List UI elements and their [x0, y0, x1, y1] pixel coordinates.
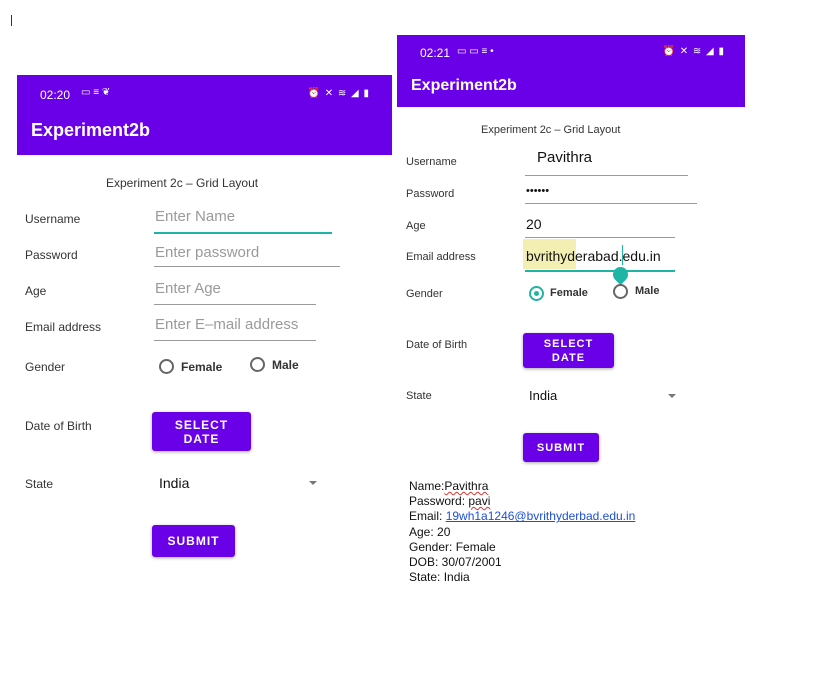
form-subtitle: Experiment 2c – Grid Layout — [481, 124, 621, 136]
select-date-line1: SELECT — [174, 417, 229, 432]
password-input[interactable]: •••••• — [526, 185, 549, 197]
state-label: State — [406, 390, 432, 402]
output-dob-line: DOB: 30/07/2001 — [409, 555, 502, 570]
select-date-line2: DATE — [183, 431, 220, 446]
output-email-link[interactable]: 19wh1a1246@bvrithyderbad.edu.in — [446, 509, 636, 523]
male-label[interactable]: Male — [272, 358, 299, 372]
gender-label: Gender — [406, 288, 443, 300]
output-email-label: Email: — [409, 509, 446, 524]
age-label: Age — [406, 220, 426, 232]
male-label[interactable]: Male — [635, 285, 659, 297]
app-title: Experiment2b — [31, 120, 151, 140]
state-label: State — [25, 477, 54, 491]
app-bar: Experiment2b — [17, 105, 392, 155]
output-gender-line: Gender: Female — [409, 539, 496, 554]
username-input[interactable]: Enter Name — [155, 208, 235, 225]
app-bar: Experiment2b — [397, 66, 745, 107]
select-date-line2: DATE — [551, 351, 586, 364]
output-password-line: Password: pavi — [409, 494, 635, 509]
dob-label: Date of Birth — [406, 339, 468, 351]
age-input[interactable]: 20 — [526, 216, 542, 232]
form-subtitle: Experiment 2c – Grid Layout — [106, 176, 259, 190]
output-email-line: Email: 19wh1a1246@bvrithyderbad.edu.in — [409, 509, 635, 524]
app-title: Experiment2b — [411, 77, 517, 94]
username-label: Username — [406, 156, 457, 168]
password-input[interactable]: Enter password — [155, 244, 259, 261]
password-label: Password — [25, 248, 78, 262]
age-underline — [154, 304, 316, 305]
output-name-value: Pavithra — [444, 479, 489, 493]
phone-screen-right: 02:21 ▭ ▭ ≡ • ⏰ ✕ ≋ ◢ ▮ Experiment2b Exp… — [397, 35, 745, 475]
select-date-button[interactable]: SELECT DATE — [152, 412, 251, 451]
username-label: Username — [25, 212, 81, 226]
state-spinner[interactable]: India — [159, 475, 189, 491]
email-input[interactable]: bvrithyderabad.edu.in — [526, 248, 661, 264]
text-caret — [622, 245, 623, 265]
output-name-line: Name:Pavithra — [409, 479, 635, 494]
username-underline — [154, 232, 332, 234]
dob-label: Date of Birth — [25, 419, 92, 433]
output-password-label: Password: — [409, 494, 469, 509]
output-age-line: Age: 20 — [409, 524, 451, 539]
age-label: Age — [25, 284, 47, 298]
status-bar: 02:21 ▭ ▭ ≡ • ⏰ ✕ ≋ ◢ ▮ — [397, 35, 745, 66]
submit-button[interactable]: SUBMIT — [152, 525, 235, 557]
gender-label: Gender — [25, 360, 66, 374]
email-underline — [525, 270, 675, 272]
dropdown-arrow-icon[interactable] — [668, 394, 676, 398]
submitted-details: Name:Pavithra Password: pavi Email: 19wh… — [409, 479, 635, 585]
system-icons: ⏰ ✕ ≋ ◢ ▮ — [307, 88, 370, 99]
username-underline — [525, 175, 688, 176]
age-input[interactable]: Enter Age — [155, 280, 221, 297]
username-input[interactable]: Pavithra — [537, 149, 592, 166]
female-label[interactable]: Female — [181, 360, 222, 374]
select-date-button[interactable]: SELECT DATE — [523, 333, 614, 368]
email-underline — [154, 340, 316, 341]
select-date-line1: SELECT — [543, 337, 594, 350]
system-icons: ⏰ ✕ ≋ ◢ ▮ — [662, 46, 725, 57]
text-cursor — [11, 15, 12, 26]
email-label: Email address — [406, 251, 476, 263]
password-underline — [154, 266, 340, 267]
female-radio[interactable] — [529, 286, 544, 301]
male-radio[interactable] — [613, 284, 628, 299]
status-bar: 02:20 ▭ ≡ ❦ ⏰ ✕ ≋ ◢ ▮ — [17, 75, 392, 105]
output-state-line: State: India — [409, 570, 470, 585]
state-spinner[interactable]: India — [529, 388, 557, 403]
dropdown-arrow-icon[interactable] — [309, 481, 317, 485]
male-radio[interactable] — [250, 357, 265, 372]
notification-icons: ▭ ≡ ❦ — [81, 87, 111, 98]
female-label[interactable]: Female — [550, 287, 588, 299]
cursor-handle-icon[interactable] — [609, 263, 632, 286]
female-radio[interactable] — [159, 359, 174, 374]
notification-icons: ▭ ▭ ≡ • — [457, 46, 494, 57]
status-time: 02:20 — [40, 88, 71, 102]
output-name-label: Name: — [409, 479, 445, 493]
password-label: Password — [406, 188, 455, 200]
email-input[interactable]: Enter E–mail address — [155, 316, 298, 333]
submit-button[interactable]: SUBMIT — [523, 433, 599, 462]
status-time: 02:21 — [420, 46, 451, 60]
password-underline — [525, 203, 697, 204]
phone-screen-left: 02:20 ▭ ≡ ❦ ⏰ ✕ ≋ ◢ ▮ Experiment2b Exper… — [17, 75, 392, 575]
output-password-value: pavi — [468, 494, 491, 509]
age-underline — [525, 237, 675, 238]
email-label: Email address — [25, 320, 102, 334]
